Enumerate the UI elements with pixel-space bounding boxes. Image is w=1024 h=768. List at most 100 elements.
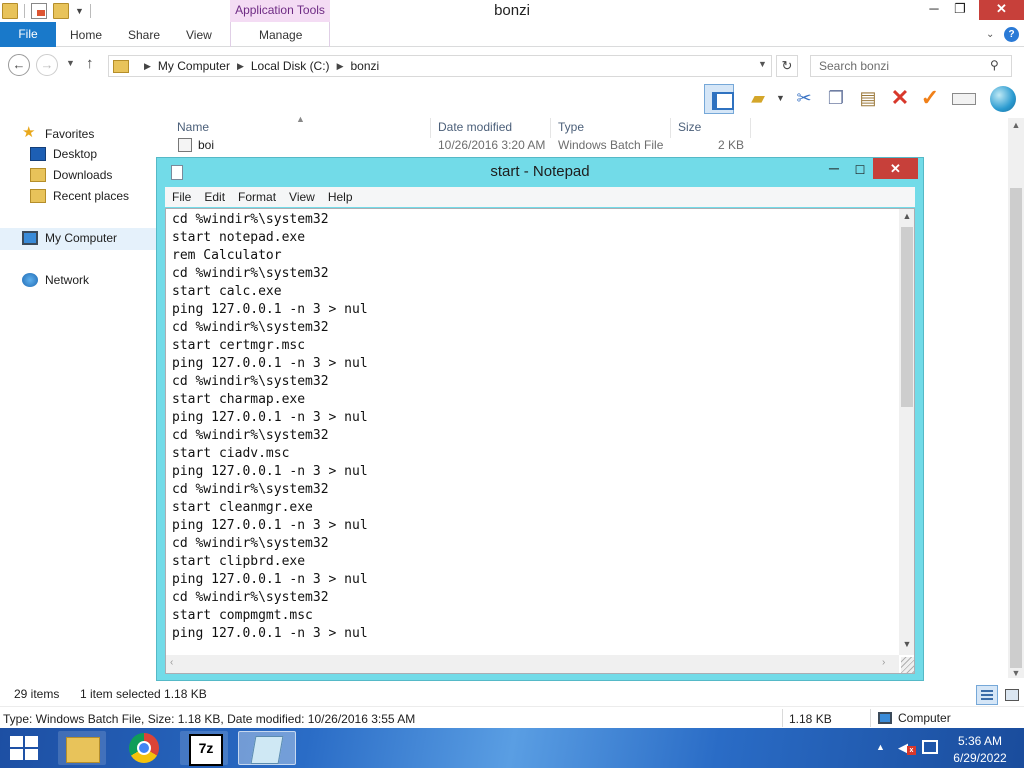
address-history-chevron-icon[interactable]: ▼ [758, 59, 767, 69]
breadcrumb-local-disk[interactable]: Local Disk (C:) [251, 59, 330, 73]
globe-icon[interactable] [990, 86, 1016, 112]
notepad-line[interactable]: start notepad.exe [172, 229, 892, 247]
column-divider[interactable] [670, 118, 671, 138]
notepad-icon[interactable] [171, 165, 183, 180]
tab-view[interactable]: View [186, 22, 212, 47]
close-button[interactable]: ✕ [979, 0, 1024, 20]
menu-format[interactable]: Format [231, 190, 282, 204]
navigation-pane-icon[interactable] [704, 84, 734, 114]
clock-time[interactable]: 5:36 AM [946, 734, 1014, 748]
notepad-window[interactable]: start - Notepad ─ ☐ ✕ File Edit Format V… [156, 157, 924, 681]
file-list-scrollbar-thumb[interactable] [1010, 188, 1022, 668]
notepad-text-area[interactable]: cd %windir%\system32 start notepad.exe rem… [165, 208, 915, 674]
details-view-icon[interactable] [976, 685, 998, 705]
properties-check-icon[interactable]: ✓ [916, 84, 944, 112]
notepad-line[interactable]: cd %windir%\system32 [172, 211, 892, 229]
tab-home[interactable]: Home [70, 22, 102, 47]
notepad-line[interactable]: start cleanmgr.exe [172, 499, 892, 517]
notepad-line[interactable]: start certmgr.msc [172, 337, 892, 355]
tab-file[interactable]: File [0, 22, 56, 47]
notepad-minimize-button[interactable]: ─ [821, 160, 847, 180]
new-item-chevron-icon[interactable]: ▼ [776, 93, 785, 103]
notepad-line[interactable]: cd %windir%\system32 [172, 481, 892, 499]
column-header-date-modified[interactable]: Date modified [438, 120, 512, 134]
help-icon[interactable]: ? [1004, 27, 1019, 42]
clock-date[interactable]: 6/29/2022 [946, 751, 1014, 765]
recent-locations-chevron-icon[interactable]: ▼ [66, 58, 75, 68]
resize-grip[interactable] [901, 657, 914, 673]
menu-view[interactable]: View [282, 190, 321, 204]
notepad-line[interactable]: start charmap.exe [172, 391, 892, 409]
start-button[interactable] [10, 736, 38, 760]
file-name[interactable]: boi [198, 138, 214, 152]
show-hidden-icons-icon[interactable]: ▲ [876, 742, 885, 752]
notepad-line[interactable]: ping 127.0.0.1 -n 3 > nul [172, 571, 892, 589]
column-divider[interactable] [430, 118, 431, 138]
notepad-line[interactable]: cd %windir%\system32 [172, 265, 892, 283]
menu-edit[interactable]: Edit [197, 190, 231, 204]
tab-share[interactable]: Share [128, 22, 160, 47]
large-icons-view-icon[interactable] [1001, 685, 1021, 705]
new-folder-icon[interactable]: ▰ [744, 84, 772, 112]
paste-icon[interactable]: ▤ [854, 84, 882, 112]
sidebar-item-recent-places[interactable]: Recent places [30, 189, 129, 203]
notepad-close-button[interactable]: ✕ [873, 158, 918, 179]
sidebar-item-favorites[interactable]: ★ Favorites [22, 125, 94, 142]
column-divider[interactable] [550, 118, 551, 138]
scroll-right-icon[interactable]: › [882, 657, 885, 668]
notepad-line[interactable]: cd %windir%\system32 [172, 535, 892, 553]
column-divider[interactable] [750, 118, 751, 138]
notepad-line[interactable]: ping 127.0.0.1 -n 3 > nul [172, 409, 892, 427]
breadcrumb-my-computer[interactable]: My Computer [158, 59, 230, 73]
address-bar[interactable]: ▶ My Computer ▶ Local Disk (C:) ▶ bonzi [108, 55, 772, 77]
notepad-line[interactable]: cd %windir%\system32 [172, 373, 892, 391]
horizontal-scrollbar[interactable] [166, 655, 899, 673]
column-header-name[interactable]: Name [177, 120, 209, 134]
maximize-button[interactable]: ❐ [947, 0, 973, 20]
cut-icon[interactable]: ✂ [790, 84, 818, 112]
notepad-line[interactable]: ping 127.0.0.1 -n 3 > nul [172, 463, 892, 481]
notepad-line[interactable]: start compmgmt.msc [172, 607, 892, 625]
sidebar-item-my-computer[interactable]: My Computer [22, 231, 117, 245]
notepad-taskbar-icon[interactable] [238, 731, 296, 765]
scroll-left-icon[interactable]: ‹ [170, 657, 173, 668]
7zip-taskbar-icon[interactable] [180, 731, 228, 766]
notepad-line[interactable]: start clipbrd.exe [172, 553, 892, 571]
network-tray-icon[interactable] [922, 740, 938, 754]
back-button[interactable]: ← [8, 54, 30, 76]
notepad-line[interactable]: cd %windir%\system32 [172, 319, 892, 337]
copy-icon[interactable]: ❐ [822, 84, 850, 112]
expand-ribbon-icon[interactable]: ⌄ [986, 22, 994, 47]
tab-manage[interactable]: Manage [259, 22, 302, 47]
menu-help[interactable]: Help [321, 190, 359, 204]
breadcrumb-chevron-icon[interactable]: ▶ [237, 61, 244, 72]
up-arrow-icon[interactable]: ↑ [86, 55, 94, 72]
scroll-up-icon[interactable]: ▲ [899, 211, 914, 221]
delete-icon[interactable]: ✕ [886, 84, 914, 112]
notepad-maximize-button[interactable]: ☐ [847, 160, 873, 180]
sidebar-item-downloads[interactable]: Downloads [30, 168, 112, 182]
scroll-up-icon[interactable]: ▲ [1008, 120, 1024, 130]
notepad-text-content[interactable]: cd %windir%\system32 start notepad.exe rem… [172, 211, 892, 643]
menu-file[interactable]: File [165, 190, 197, 204]
scroll-down-icon[interactable]: ▼ [1008, 668, 1024, 678]
scroll-down-icon[interactable]: ▼ [899, 639, 914, 649]
notepad-line[interactable]: ping 127.0.0.1 -n 3 > nul [172, 355, 892, 373]
breadcrumb-chevron-icon[interactable]: ▶ [144, 61, 151, 72]
search-icon[interactable]: ⚲ [990, 58, 999, 72]
file-explorer-taskbar-icon[interactable] [58, 731, 106, 765]
table-row[interactable]: boi 10/26/2016 3:20 AM Windows Batch Fil… [158, 138, 758, 154]
notepad-line[interactable]: ping 127.0.0.1 -n 3 > nul [172, 301, 892, 319]
column-header-type[interactable]: Type [558, 120, 584, 134]
breadcrumb-chevron-icon[interactable]: ▶ [337, 61, 344, 72]
notepad-line[interactable]: start calc.exe [172, 283, 892, 301]
sidebar-item-desktop[interactable]: Desktop [30, 147, 97, 161]
notepad-line[interactable]: rem Calculator [172, 247, 892, 265]
search-input[interactable]: Search bonzi [810, 55, 1012, 77]
notepad-line[interactable]: start ciadv.msc [172, 445, 892, 463]
rename-icon[interactable] [950, 84, 978, 112]
column-header-size[interactable]: Size [678, 120, 701, 134]
forward-button[interactable]: → [36, 54, 58, 76]
notepad-line[interactable]: cd %windir%\system32 [172, 427, 892, 445]
vertical-scrollbar-thumb[interactable] [901, 227, 913, 407]
